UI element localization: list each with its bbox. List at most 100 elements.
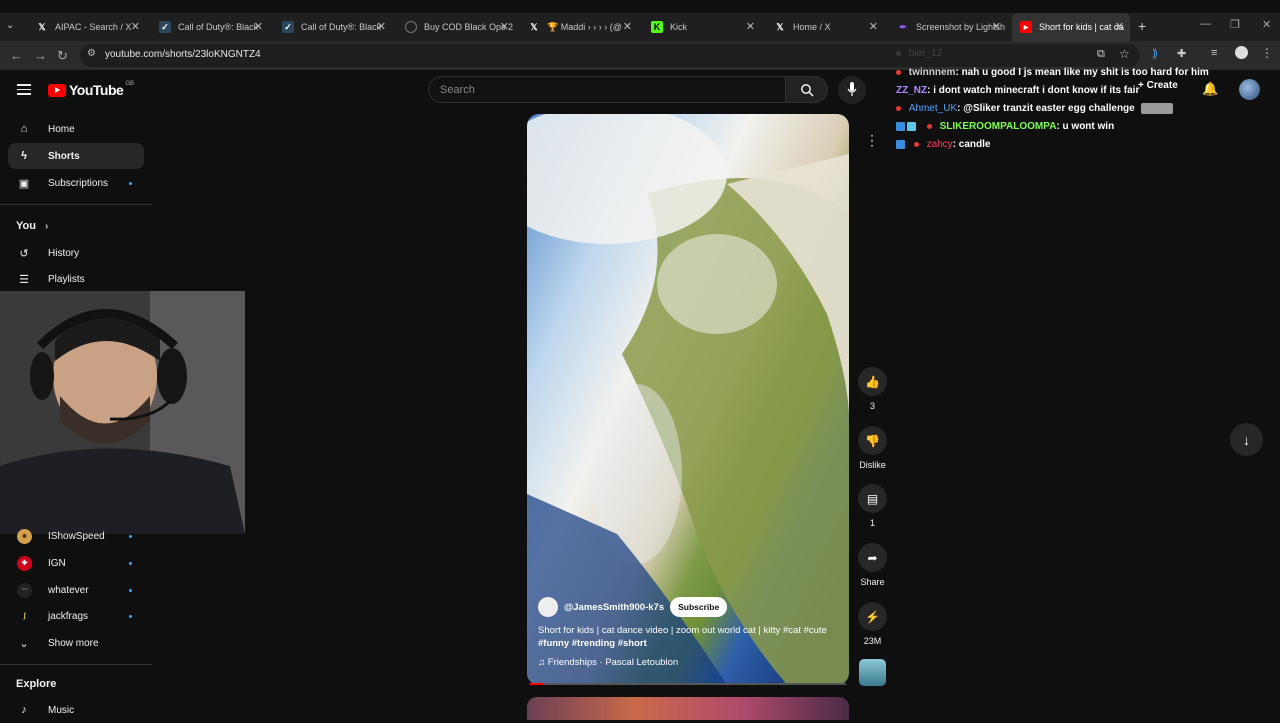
- comments-button[interactable]: ▤: [858, 484, 887, 513]
- sidebar-item-playlists[interactable]: ☰ Playlists: [8, 266, 144, 292]
- next-short-button[interactable]: ↓: [1230, 423, 1263, 456]
- search-input[interactable]: Search: [428, 76, 786, 103]
- install-app-icon[interactable]: ⧉: [1097, 48, 1105, 61]
- kick-icon: K: [651, 21, 663, 33]
- logo-text: YouTube: [69, 82, 124, 98]
- notifications-bell-icon[interactable]: 🔔: [1202, 81, 1218, 97]
- search-button[interactable]: [786, 76, 828, 103]
- dislike-button[interactable]: 👎: [858, 426, 887, 455]
- channel-jackfrags[interactable]: ʃ jackfrags: [8, 603, 144, 629]
- media-icon[interactable]: ≡: [1211, 47, 1217, 59]
- tab-maddi[interactable]: 𝕏 🏆 Maddi › › › › (@ ✕: [520, 13, 638, 41]
- video-progress-bar[interactable]: [530, 683, 846, 685]
- close-icon[interactable]: ✕: [746, 20, 755, 33]
- hamburger-menu-icon[interactable]: [17, 84, 31, 95]
- channel-avatar: ✚: [17, 555, 32, 571]
- short-description-hashtags[interactable]: #funny #trending #short: [538, 638, 647, 649]
- tab-search-chevron-icon[interactable]: ⌄: [6, 20, 14, 31]
- tab-kick[interactable]: K Kick ✕: [643, 13, 761, 41]
- chat-badge-icon: [896, 50, 901, 56]
- url-text[interactable]: youtube.com/shorts/23loKNGNTZ4: [105, 49, 261, 60]
- subscribe-button[interactable]: Subscribe: [670, 597, 728, 617]
- steam-icon: ✓: [282, 21, 294, 33]
- create-button[interactable]: + Create: [1138, 80, 1178, 91]
- sidebar-item-history[interactable]: ↺ History: [8, 240, 144, 266]
- chat-username: bier_12: [908, 48, 943, 59]
- sidebar-item-label: History: [48, 247, 80, 259]
- chat-badge-icon: [896, 121, 905, 131]
- more-options-icon[interactable]: ⋮: [865, 132, 879, 149]
- tab-buy-cod[interactable]: Buy COD Black Ops 2 ✕: [397, 13, 515, 41]
- channel-avatar: ~~: [17, 582, 32, 598]
- new-tab-icon[interactable]: +: [1138, 18, 1146, 34]
- progress-fill: [530, 683, 543, 685]
- site-info-icon[interactable]: ⚙: [87, 48, 96, 59]
- channel-whatever[interactable]: ~~ whatever: [8, 577, 144, 603]
- channel-ign[interactable]: ✚ IGN: [8, 550, 144, 576]
- short-music-link[interactable]: ♫ Friendships · Pascal Letoublon: [538, 657, 678, 668]
- sidebar-item-label: Music: [48, 704, 75, 716]
- next-short-preview[interactable]: [527, 697, 849, 720]
- chat-badge-icon: [896, 106, 901, 111]
- chevron-down-icon: ⌄: [19, 637, 29, 650]
- close-icon[interactable]: ✕: [992, 20, 1001, 33]
- sidebar-show-more[interactable]: ⌄ Show more: [8, 630, 144, 656]
- close-icon[interactable]: ✕: [131, 20, 140, 33]
- tab-aipac-search[interactable]: 𝕏 AIPAC - Search / X ✕: [28, 13, 146, 41]
- voice-search-button[interactable]: [838, 76, 866, 104]
- kebab-menu-icon[interactable]: ⋮: [1261, 46, 1273, 60]
- tab-lightshot[interactable]: ✒ Screenshot by Lightsh ✕: [889, 13, 1007, 41]
- chat-emote-icon: [1140, 103, 1173, 114]
- tab-home-x[interactable]: 𝕏 Home / X ✕: [766, 13, 884, 41]
- x-logo-icon: 𝕏: [38, 21, 46, 32]
- chat-message: zahcy: candle: [896, 139, 990, 150]
- sidebar-item-shorts[interactable]: ϟ Shorts: [8, 143, 144, 169]
- youtube-logo[interactable]: YouTube GB: [48, 81, 134, 98]
- extension-icon[interactable]: ⟫: [1152, 47, 1158, 60]
- profile-icon[interactable]: [1235, 46, 1248, 59]
- reload-icon[interactable]: ↻: [57, 48, 68, 64]
- tab-cod-1[interactable]: ✓ Call of Duty®: Black ✕: [151, 13, 269, 41]
- sound-thumbnail[interactable]: [859, 659, 886, 686]
- close-icon[interactable]: ✕: [623, 20, 632, 33]
- channel-avatar[interactable]: [538, 597, 558, 617]
- you-label: You: [16, 220, 36, 232]
- channel-label: IGN: [48, 557, 66, 569]
- channel-name-link[interactable]: @JamesSmith900-k7s: [564, 602, 664, 613]
- close-icon[interactable]: ✕: [500, 20, 509, 33]
- music-label: Friendships · Pascal Letoublon: [547, 657, 679, 668]
- close-icon[interactable]: ✕: [377, 20, 386, 33]
- remix-button[interactable]: ⚡: [858, 602, 887, 631]
- close-icon[interactable]: ✕: [1115, 20, 1124, 33]
- chevron-right-icon: ›: [45, 221, 49, 232]
- sidebar-item-home[interactable]: ⌂ Home: [8, 116, 144, 142]
- sidebar-item-label: Playlists: [48, 273, 85, 285]
- back-icon[interactable]: ←: [10, 48, 23, 63]
- chat-message: ZZ_NZ: i dont watch minecraft i dont kno…: [896, 85, 1140, 96]
- close-icon[interactable]: ✕: [254, 20, 263, 33]
- restore-icon[interactable]: ❐: [1230, 18, 1240, 31]
- bookmark-star-icon[interactable]: ☆: [1119, 47, 1130, 61]
- like-button[interactable]: 👍: [858, 367, 887, 396]
- channel-ishowspeed[interactable]: ☻ IShowSpeed: [8, 523, 144, 549]
- sidebar-item-music[interactable]: ♪ Music: [8, 697, 144, 723]
- new-content-dot: [129, 561, 132, 565]
- extensions-puzzle-icon[interactable]: ✚: [1177, 47, 1186, 60]
- forward-icon[interactable]: →: [34, 48, 47, 63]
- chat-badge-icon: [926, 123, 932, 129]
- create-label: Create: [1146, 80, 1178, 91]
- chat-text: @Sliker tranzit easter egg challenge: [963, 103, 1135, 115]
- close-icon[interactable]: ✕: [869, 20, 878, 33]
- sidebar-you-header[interactable]: You ›: [16, 220, 48, 232]
- tab-youtube-short[interactable]: ▶ Short for kids | cat da ✕: [1012, 13, 1130, 41]
- share-button[interactable]: ➦: [858, 543, 887, 572]
- new-content-dot: [129, 181, 132, 185]
- music-note-icon: ♫: [538, 657, 548, 668]
- minimize-icon[interactable]: —: [1200, 18, 1211, 30]
- sidebar-item-subscriptions[interactable]: ▣ Subscriptions: [8, 170, 144, 196]
- tab-cod-2[interactable]: ✓ Call of Duty®: Black ✕: [274, 13, 392, 41]
- streamer-webcam-image: [0, 291, 245, 534]
- comment-count: 1: [869, 518, 875, 528]
- window-close-icon[interactable]: ✕: [1262, 18, 1271, 31]
- account-avatar[interactable]: [1239, 79, 1260, 100]
